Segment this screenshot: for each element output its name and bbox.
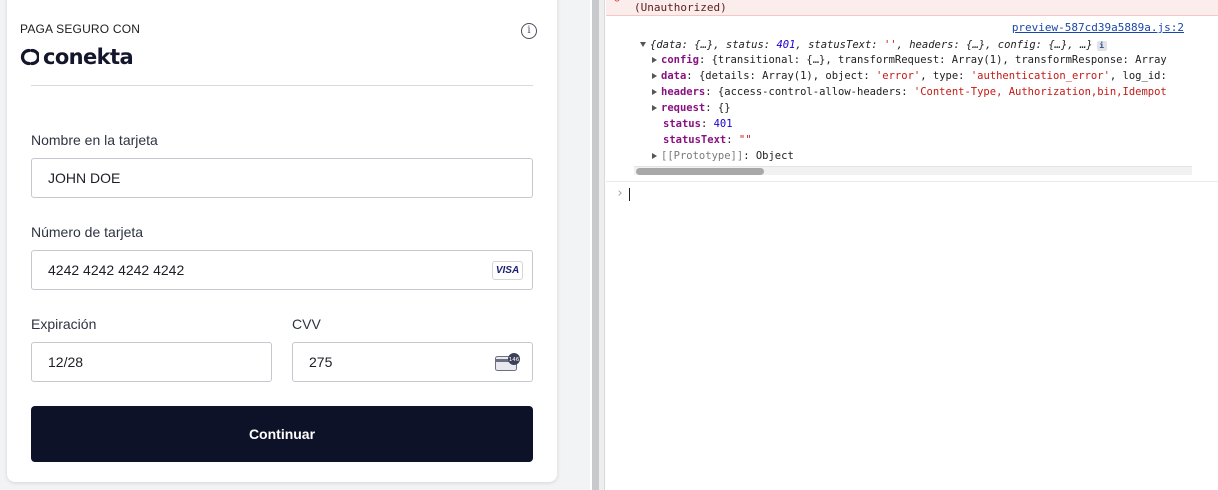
console-prop-prototype[interactable]: [[Prototype]]: Object (652, 148, 1192, 164)
error-message-text: (Unauthorized) (634, 1, 727, 14)
scrollbar-thumb[interactable] (636, 168, 764, 175)
info-icon[interactable]: i (521, 23, 537, 39)
conekta-wordmark: conekta (43, 45, 134, 69)
console-prop-headers[interactable]: headers: {access-control-allow-headers: … (652, 84, 1192, 100)
console-prop-request[interactable]: request: {} (652, 100, 1192, 116)
expiry-label: Expiración (31, 316, 97, 332)
info-badge-icon: i (1096, 41, 1107, 51)
expand-arrow-icon[interactable] (652, 89, 657, 95)
expand-arrow-icon[interactable] (652, 153, 657, 159)
card-number-label: Número de tarjeta (31, 224, 144, 240)
expand-arrow-icon[interactable] (652, 57, 657, 63)
console-horizontal-scrollbar[interactable] (634, 166, 1192, 175)
expand-arrow-icon[interactable] (652, 105, 657, 111)
cvv-value: 275 (309, 354, 333, 370)
console-prop-config[interactable]: config: {transitional: {…}, transformReq… (652, 52, 1192, 68)
console-prop-statustext: statusText: "" (663, 134, 752, 146)
console-object-summary[interactable]: {data: {…}, status: 401, statusText: '',… (640, 37, 1192, 53)
cardholder-name-input[interactable]: JOHN DOE (31, 158, 533, 198)
console-prompt-chevron-icon: › (616, 186, 624, 201)
cvv-label: CVV (292, 316, 321, 332)
cardholder-name-label: Nombre en la tarjeta (31, 132, 158, 148)
error-icon: ⊗ (614, 0, 620, 5)
expand-arrow-icon[interactable] (652, 73, 657, 79)
header-divider (31, 85, 533, 86)
conekta-mark-icon (20, 48, 39, 66)
source-file-link[interactable]: preview-587cd39a5889a.js:2 (1012, 21, 1184, 34)
console-input-caret[interactable] (629, 188, 630, 201)
cvv-input[interactable]: 275 146 (292, 342, 533, 382)
console-divider (606, 181, 1218, 182)
visa-icon: VISA (492, 261, 523, 280)
conekta-logo: conekta (19, 44, 134, 70)
continue-button[interactable]: Continuar (31, 406, 533, 462)
expiry-input[interactable]: 12/28 (31, 342, 272, 382)
devtools-console: ⊗ (Unauthorized) preview-587cd39a5889a.j… (606, 0, 1218, 490)
page-scrollbar[interactable] (592, 0, 599, 490)
card-number-value: 4242 4242 4242 4242 (48, 262, 185, 278)
cvv-icon-text: 146 (509, 357, 520, 363)
cvv-card-icon: 146 (495, 353, 520, 371)
console-prop-status: status: 401 (663, 118, 733, 130)
devtools-resize-handle[interactable] (599, 0, 605, 490)
collapse-arrow-icon[interactable] (640, 42, 646, 47)
card-number-input[interactable]: 4242 4242 4242 4242 VISA (31, 250, 533, 290)
console-prop-data[interactable]: data: {details: Array(1), object: 'error… (652, 68, 1192, 84)
secure-payment-caption: PAGA SEGURO CON (20, 22, 141, 36)
